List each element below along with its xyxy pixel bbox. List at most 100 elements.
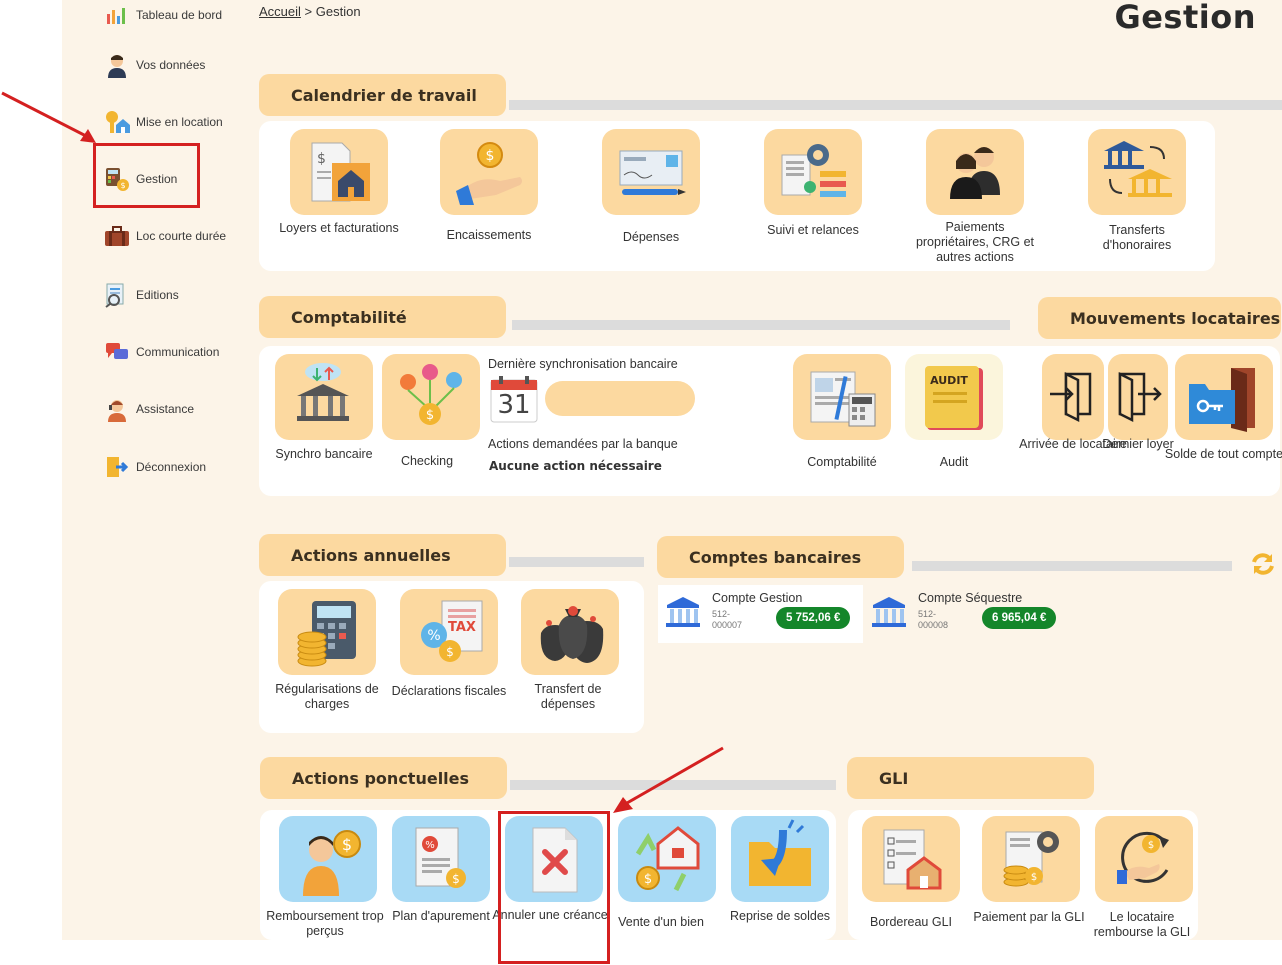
- tile-remboursement-trop-percus[interactable]: $: [279, 816, 377, 902]
- sidebar-item-editions[interactable]: Editions: [104, 282, 179, 308]
- check-pen-icon: [619, 150, 686, 195]
- sidebar-item-loc-courte-duree[interactable]: Loc courte durée: [104, 223, 226, 249]
- tile-label: Régularisations de charges: [275, 682, 379, 711]
- tile-label: Transferts d'honoraires: [1102, 223, 1172, 252]
- house-sale-icon: $: [635, 826, 700, 892]
- annotation-arrow-icon: [1, 91, 96, 143]
- tile-synchro-bancaire[interactable]: [275, 354, 373, 440]
- breadcrumb-current: Gestion: [315, 4, 361, 19]
- tile-paiement-gli[interactable]: $: [982, 816, 1080, 902]
- print-icon: [104, 282, 130, 308]
- tile-suivi-relances[interactable]: [764, 129, 862, 215]
- svg-text:%: %: [425, 840, 435, 851]
- account-balance-badge: 5 752,06 €: [776, 607, 851, 629]
- dashboard-icon: [104, 2, 130, 28]
- section-divider: [512, 320, 1010, 330]
- tile-label: Déclarations fiscales: [391, 684, 507, 698]
- tile-label: Le locataire rembourse la GLI: [1093, 910, 1191, 939]
- tile-arrivee-locataire[interactable]: [1042, 354, 1104, 440]
- sidebar-item-label: Vos données: [136, 58, 206, 72]
- svg-text:$: $: [1031, 872, 1037, 883]
- bank-sync-icon: [297, 363, 349, 421]
- tile-depenses[interactable]: [602, 129, 700, 215]
- tile-label: Encaissements: [446, 228, 532, 242]
- sidebar-item-vos-donnees[interactable]: Vos données: [104, 52, 205, 78]
- tile-transferts-honoraires[interactable]: [1088, 129, 1186, 215]
- tile-locataire-rembourse-gli[interactable]: $: [1095, 816, 1193, 902]
- account-card-gestion[interactable]: Compte Gestion 512-000007 5 752,06 €: [658, 585, 863, 643]
- tile-vente-bien[interactable]: $: [618, 816, 716, 902]
- tile-plan-apurement[interactable]: % $: [392, 816, 490, 902]
- annotation-arrow-icon: [613, 746, 724, 813]
- tile-transfert-depenses[interactable]: [521, 589, 619, 675]
- sidebar-item-label: Tableau de bord: [136, 8, 223, 22]
- sidebar-item-label: Loc courte durée: [136, 229, 227, 243]
- support-icon: [104, 396, 130, 422]
- section-title-actions-ponctuelles: Actions ponctuelles: [260, 757, 507, 799]
- tile-label: Vente d'un bien: [618, 915, 704, 929]
- tile-label: Suivi et relances: [767, 223, 859, 237]
- last-sync-label: Dernière synchronisation bancaire: [488, 357, 678, 371]
- person-coin-icon: $: [303, 830, 361, 896]
- door-exit-icon: [1118, 371, 1162, 423]
- user-icon: [104, 52, 130, 78]
- hand-coin-icon: $: [456, 142, 522, 205]
- refresh-icon[interactable]: [1250, 551, 1276, 577]
- sidebar-item-label: Mise en location: [136, 115, 223, 129]
- svg-text:$: $: [342, 835, 352, 854]
- sidebar-item-communication[interactable]: Communication: [104, 339, 219, 365]
- section-title-calendrier: Calendrier de travail: [259, 74, 506, 116]
- account-number: 512-000007: [712, 609, 743, 630]
- tile-bordereau-gli[interactable]: [862, 816, 960, 902]
- tile-solde-tout-compte[interactable]: [1175, 354, 1273, 440]
- audit-folder-icon: AUDIT: [925, 366, 983, 430]
- tile-declarations-fiscales[interactable]: TAX% $: [400, 589, 498, 675]
- folder-key-door-icon: [1189, 368, 1255, 432]
- section-title-comptabilite: Comptabilité: [259, 296, 506, 338]
- tile-label: Transfert de dépenses: [534, 682, 602, 711]
- breadcrumb-home-link[interactable]: Accueil: [259, 4, 301, 19]
- gear-list-icon: [781, 144, 846, 197]
- svg-text:$: $: [1148, 840, 1154, 851]
- sidebar-item-mise-en-location[interactable]: Mise en location: [104, 109, 223, 135]
- highlight-box-annuler-creance: [498, 811, 610, 964]
- svg-text:%: %: [427, 628, 440, 644]
- folder-arrow-icon: [749, 819, 811, 886]
- checking-coins-icon: $: [400, 364, 462, 425]
- calendrier-panel: [259, 121, 1215, 271]
- tile-label: Bordereau GLI: [870, 915, 952, 929]
- sidebar-item-assistance[interactable]: Assistance: [104, 396, 194, 422]
- svg-text:$: $: [426, 408, 434, 423]
- tile-regularisations-charges[interactable]: [278, 589, 376, 675]
- tile-paiements-proprietaires[interactable]: [926, 129, 1024, 215]
- tile-label: Synchro bancaire: [275, 447, 373, 461]
- tile-comptabilite[interactable]: [793, 354, 891, 440]
- tile-encaissements[interactable]: $: [440, 129, 538, 215]
- account-name: Compte Séquestre: [918, 591, 1023, 605]
- invoice-house-icon: $: [311, 142, 370, 202]
- tile-dernier-loyer[interactable]: [1108, 354, 1168, 440]
- page-title: Gestion: [1114, 0, 1256, 36]
- tile-label: Comptabilité: [807, 455, 877, 469]
- tile-reprise-soldes[interactable]: [731, 816, 829, 902]
- breadcrumb: Accueil > Gestion: [259, 4, 361, 19]
- tile-checking[interactable]: $: [382, 354, 480, 440]
- logout-icon: [104, 454, 130, 480]
- account-card-sequestre[interactable]: Compte Séquestre 512-000008 6 965,04 €: [864, 585, 1069, 643]
- suitcase-icon: [104, 223, 130, 249]
- last-sync-date-pill: [545, 381, 695, 416]
- tile-audit[interactable]: AUDIT: [905, 354, 1003, 440]
- tile-label: Remboursement trop perçus: [266, 909, 384, 938]
- tile-label: Loyers et facturations: [279, 221, 399, 235]
- money-bags-icon: [540, 606, 604, 663]
- svg-text:$: $: [486, 148, 495, 164]
- tile-loyers-facturations[interactable]: $: [290, 129, 388, 215]
- sidebar-item-deconnexion[interactable]: Déconnexion: [104, 454, 206, 480]
- svg-text:$: $: [644, 872, 652, 887]
- ledger-calculator-icon: [810, 371, 876, 427]
- sidebar-item-tableau-de-bord[interactable]: Tableau de bord: [104, 2, 222, 28]
- section-divider: [509, 557, 644, 567]
- gear-payment-icon: $: [1003, 831, 1059, 887]
- section-title-mouvements: Mouvements locataires: [1038, 297, 1281, 339]
- tile-label: Paiements propriétaires, CRG et autres a…: [915, 220, 1035, 264]
